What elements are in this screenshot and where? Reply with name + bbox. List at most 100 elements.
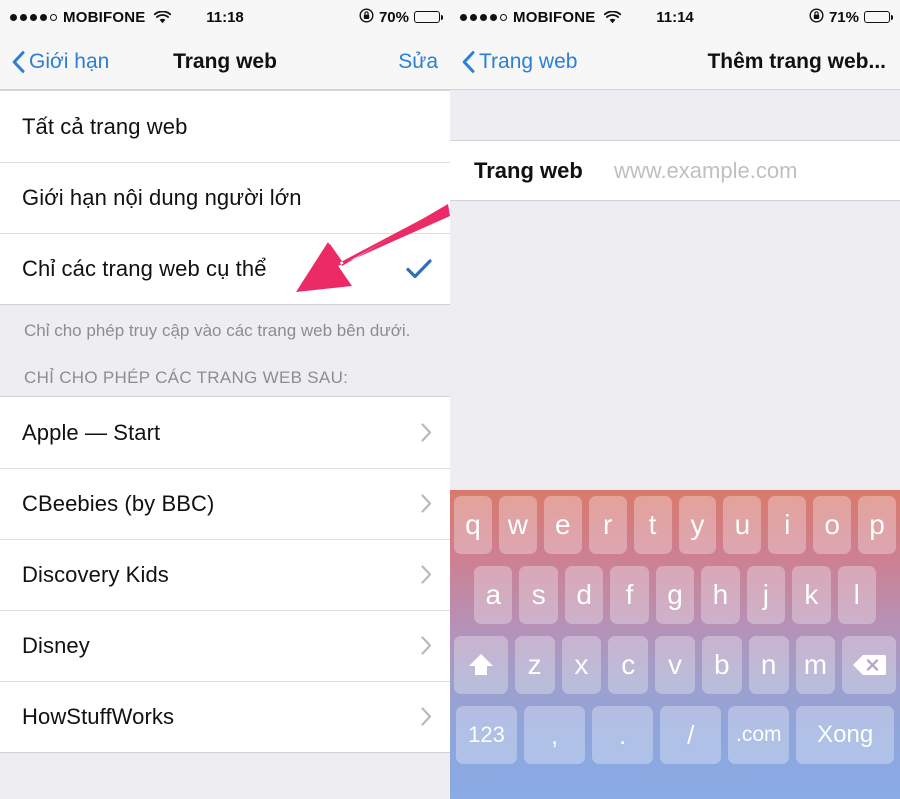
key-f[interactable]: f xyxy=(610,566,649,624)
wifi-icon xyxy=(604,10,622,24)
key-j[interactable]: j xyxy=(746,566,786,624)
key-g[interactable]: g xyxy=(655,566,695,624)
key-v[interactable]: v xyxy=(655,636,695,694)
key-h[interactable]: h xyxy=(701,566,740,624)
carrier-name: MOBIFONE xyxy=(513,8,596,26)
footnote-text: Chỉ cho phép truy cập vào các trang web … xyxy=(24,321,411,340)
status-bar-left: MOBIFONE xyxy=(460,8,622,26)
key-t[interactable]: t xyxy=(633,496,672,554)
key-dot-com[interactable]: .com xyxy=(728,706,790,764)
dual-screenshot-container: MOBIFONE 11:18 70% Giới hạn Trang web Sử… xyxy=(0,0,900,799)
keyboard-row-3: z x c v b n m xyxy=(450,636,900,694)
signal-strength-dots xyxy=(10,13,57,21)
key-b[interactable]: b xyxy=(701,636,742,694)
site-label: Discovery Kids xyxy=(22,561,169,587)
option-row-specific-websites[interactable]: Chỉ các trang web cụ thể xyxy=(0,233,450,304)
key-x[interactable]: x xyxy=(561,636,602,694)
option-label: Tất cả trang web xyxy=(22,113,188,139)
chevron-right-icon xyxy=(421,494,432,514)
key-comma[interactable]: , xyxy=(524,706,586,764)
key-i[interactable]: i xyxy=(768,496,807,554)
site-row-disney[interactable]: Disney xyxy=(0,610,450,682)
rotation-lock-icon xyxy=(359,7,374,27)
status-bar-left: MOBIFONE xyxy=(10,8,172,26)
battery-icon xyxy=(864,11,893,23)
site-label: HowStuffWorks xyxy=(22,703,175,729)
key-period[interactable]: . xyxy=(592,706,654,764)
key-r[interactable]: r xyxy=(588,496,627,554)
key-p[interactable]: p xyxy=(858,496,897,554)
left-status-bar: MOBIFONE 11:18 70% xyxy=(0,0,450,34)
site-row-howstuffworks[interactable]: HowStuffWorks xyxy=(0,681,450,753)
on-screen-keyboard: q w e r t y u i o p a s d f g h j k l z … xyxy=(450,490,900,799)
allowed-sites-group: Apple — Start CBeebies (by BBC) Discover… xyxy=(0,396,450,754)
chevron-left-icon xyxy=(12,50,25,73)
site-row-cbeebies[interactable]: CBeebies (by BBC) xyxy=(0,468,450,540)
right-content: Trang web q w e r t y u i o p xyxy=(450,90,900,799)
battery-percentage: 71% xyxy=(828,8,859,26)
key-s[interactable]: s xyxy=(519,566,558,624)
battery-percentage: 70% xyxy=(378,8,409,26)
backspace-delete-icon xyxy=(853,655,887,675)
website-field-label: Trang web xyxy=(474,157,583,183)
key-y[interactable]: y xyxy=(678,496,717,554)
key-o[interactable]: o xyxy=(813,496,852,554)
status-bar-right: 71% xyxy=(809,7,893,27)
section-header-allowed-sites: CHỈ CHO PHÉP CÁC TRANG WEB SAU: xyxy=(24,368,349,388)
back-button[interactable]: Giới hạn xyxy=(12,50,109,74)
restriction-options-group: Tất cả trang web Giới hạn nội dung người… xyxy=(0,90,450,305)
right-status-bar: MOBIFONE 11:14 71% xyxy=(450,0,900,34)
chevron-right-icon xyxy=(421,423,432,443)
option-row-limit-adult[interactable]: Giới hạn nội dung người lớn xyxy=(0,162,450,233)
key-l[interactable]: l xyxy=(837,566,876,624)
back-button-label: Giới hạn xyxy=(29,49,110,73)
right-nav-bar: Trang web Thêm trang web... xyxy=(450,34,900,90)
site-label: Disney xyxy=(22,632,90,658)
shift-key[interactable] xyxy=(454,636,508,694)
left-content: Tất cả trang web Giới hạn nội dung người… xyxy=(0,90,450,799)
website-field-row[interactable]: Trang web xyxy=(450,140,900,201)
key-q[interactable]: q xyxy=(453,496,492,554)
site-label: Apple — Start xyxy=(22,419,161,445)
page-title: Thêm trang web... xyxy=(707,49,886,73)
key-u[interactable]: u xyxy=(723,496,762,554)
back-button-label: Trang web xyxy=(479,49,578,73)
chevron-right-icon xyxy=(421,565,432,585)
battery-icon xyxy=(414,11,443,23)
numeric-key[interactable]: 123 xyxy=(456,706,518,764)
option-label: Giới hạn nội dung người lớn xyxy=(22,184,302,210)
back-button[interactable]: Trang web xyxy=(462,50,577,74)
site-row-apple[interactable]: Apple — Start xyxy=(0,397,450,469)
keyboard-row-1: q w e r t y u i o p xyxy=(450,496,900,554)
key-e[interactable]: e xyxy=(543,496,582,554)
top-spacer xyxy=(450,90,900,140)
option-label: Chỉ các trang web cụ thể xyxy=(22,255,267,281)
status-bar-right: 70% xyxy=(359,7,443,27)
delete-key[interactable] xyxy=(842,636,897,694)
key-m[interactable]: m xyxy=(795,636,836,694)
site-label: CBeebies (by BBC) xyxy=(22,490,215,516)
wifi-icon xyxy=(154,10,172,24)
edit-button[interactable]: Sửa xyxy=(398,50,438,74)
checkmark-icon xyxy=(406,258,432,280)
shift-up-arrow-icon xyxy=(468,654,493,675)
carrier-name: MOBIFONE xyxy=(63,8,146,26)
option-row-all-websites[interactable]: Tất cả trang web xyxy=(0,91,450,162)
done-key[interactable]: Xong xyxy=(796,706,895,764)
key-z[interactable]: z xyxy=(514,636,555,694)
left-phone-screen: MOBIFONE 11:18 70% Giới hạn Trang web Sử… xyxy=(0,0,450,799)
key-n[interactable]: n xyxy=(748,636,789,694)
keyboard-row-4: 123 , . / .com Xong xyxy=(450,706,900,764)
chevron-right-icon xyxy=(421,636,432,656)
key-d[interactable]: d xyxy=(564,566,604,624)
site-row-discovery-kids[interactable]: Discovery Kids xyxy=(0,539,450,611)
rotation-lock-icon xyxy=(809,7,824,27)
key-w[interactable]: w xyxy=(498,496,537,554)
key-a[interactable]: a xyxy=(474,566,513,624)
website-url-input[interactable] xyxy=(614,157,900,184)
key-c[interactable]: c xyxy=(608,636,649,694)
key-k[interactable]: k xyxy=(792,566,831,624)
signal-strength-dots xyxy=(460,13,507,21)
key-slash[interactable]: / xyxy=(660,706,722,764)
keyboard-row-2: a s d f g h j k l xyxy=(450,566,900,624)
